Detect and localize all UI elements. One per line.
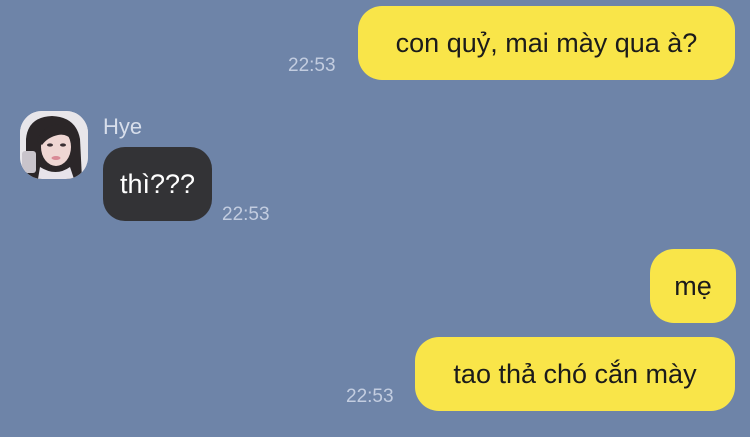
message-text: tao thả chó cắn mày [453, 358, 697, 389]
outgoing-message-bubble[interactable]: mẹ [650, 249, 736, 323]
outgoing-message-bubble[interactable]: con quỷ, mai mày qua à? [358, 6, 735, 80]
message-text: thì??? [119, 168, 196, 199]
message-text: mẹ [674, 270, 712, 301]
avatar[interactable] [20, 111, 88, 179]
message-text: con quỷ, mai mày qua à? [395, 27, 698, 58]
incoming-message-bubble[interactable]: thì??? [103, 147, 212, 221]
outgoing-message-bubble[interactable]: tao thả chó cắn mày [415, 337, 735, 411]
sender-name: Hye [103, 114, 143, 139]
message-timestamp: 22:53 [346, 386, 394, 407]
message-timestamp: 22:53 [222, 204, 270, 225]
message-timestamp: 22:53 [288, 55, 336, 76]
profile-photo-icon [20, 111, 88, 179]
